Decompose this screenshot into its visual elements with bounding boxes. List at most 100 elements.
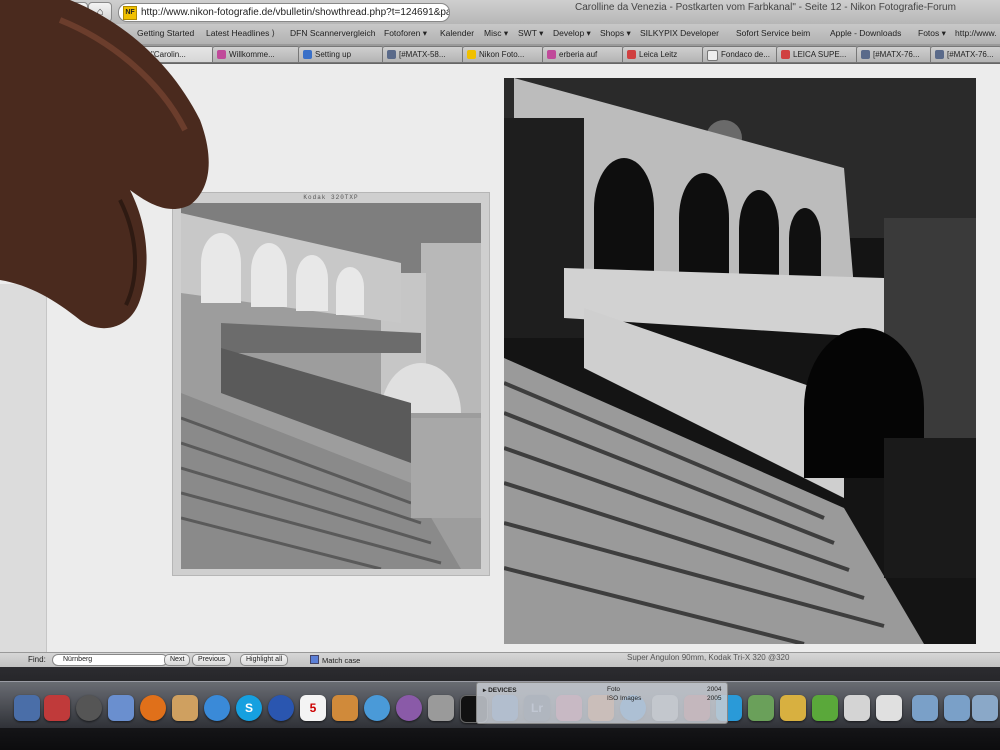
site-favicon-icon	[627, 50, 636, 59]
find-bar: Find: Nürnberg Next Previous Highlight a…	[0, 652, 1000, 667]
network-globe-icon[interactable]	[268, 695, 294, 721]
bookmark-item[interactable]: DFN Scannervergleich	[290, 28, 376, 38]
tab-matx-58[interactable]: [#MATX-58...	[382, 46, 464, 63]
site-favicon-icon: NF	[123, 6, 137, 20]
bookmark-item[interactable]: ba	[108, 28, 117, 38]
safari-icon[interactable]	[204, 695, 230, 721]
folder-icon[interactable]	[944, 695, 970, 721]
find-input[interactable]: Nürnberg	[52, 654, 168, 666]
bookmark-folder[interactable]: SWT ▾	[518, 28, 543, 39]
firefox-icon[interactable]	[140, 695, 166, 721]
bookmark-folder[interactable]: Misc ▾	[484, 28, 508, 39]
tab-label: Nikon Foto...	[479, 50, 525, 59]
back-arrow-icon: ◀	[47, 6, 57, 18]
tab-label: LEICA SUPE...	[793, 50, 847, 59]
tab-erberia[interactable]: erberia auf	[542, 46, 624, 63]
highlight-all-button[interactable]: Highlight all	[240, 654, 289, 666]
mail-icon[interactable]	[172, 695, 198, 721]
match-case-checkbox[interactable]: Match case	[310, 655, 360, 665]
address-book-icon[interactable]	[332, 695, 358, 721]
tab-label: Leica Leitz	[639, 50, 678, 59]
itunes-icon[interactable]	[364, 695, 390, 721]
find-previous-button[interactable]: Previous	[192, 654, 232, 666]
bookmark-item[interactable]: Kalender	[440, 28, 474, 38]
tab-setting-up[interactable]: Setting up	[298, 46, 384, 63]
device-item[interactable]: ISO Images	[607, 695, 641, 702]
find-next-button[interactable]: Next	[164, 654, 191, 666]
address-url: http://www.nikon-fotografie.de/vbulletin…	[141, 7, 450, 18]
home-button[interactable]: ⌂	[88, 2, 112, 22]
address-bar[interactable]: NF http://www.nikon-fotografie.de/vbullet…	[118, 3, 450, 22]
rialto-bridge-photo	[504, 78, 976, 644]
bookmark-item[interactable]: Sofort Service beim	[736, 28, 810, 38]
bookmark-item[interactable]: SILKYPIX Developer	[640, 28, 719, 38]
home-icon: ⌂	[96, 6, 104, 18]
app-icon[interactable]	[748, 695, 774, 721]
tab-leica-leitz[interactable]: Leica Leitz	[622, 46, 704, 63]
tab-label: Fondaco de...	[721, 50, 770, 59]
tab-label: Willkomme...	[229, 50, 275, 59]
jira-favicon-icon	[935, 50, 944, 59]
photo-browser-icon[interactable]	[428, 695, 454, 721]
site-favicon-icon	[547, 50, 556, 59]
app-icon[interactable]	[844, 695, 870, 721]
app-icon[interactable]	[812, 695, 838, 721]
tab-leica-super[interactable]: LEICA SUPE...	[776, 46, 858, 63]
bookmark-folder[interactable]: Fotoforen ▾	[384, 28, 427, 39]
bookmark-folder[interactable]: Fotos ▾	[918, 28, 946, 39]
tab-label: Setting up	[315, 50, 352, 59]
device-item[interactable]: 2005	[707, 695, 721, 702]
bookmark-item[interactable]: Getting Started	[137, 28, 194, 38]
dashboard-icon[interactable]	[76, 695, 102, 721]
back-button[interactable]: ◀	[40, 2, 64, 22]
tab-fondaco[interactable]: Fondaco de...	[702, 46, 778, 63]
checkbox-checked-icon	[310, 655, 319, 664]
tab-matx-76-b[interactable]: [#MATX-76...	[930, 46, 1000, 63]
tab-label: "Carolin...	[151, 50, 186, 59]
tab-label: [#MATX-58...	[399, 50, 446, 59]
site-favicon-icon	[303, 50, 312, 59]
app-icon[interactable]	[780, 695, 806, 721]
calendar-icon[interactable]: 5	[300, 695, 326, 721]
iphoto-icon[interactable]	[396, 695, 422, 721]
forward-button[interactable]: ▶	[64, 2, 88, 22]
finder-icon[interactable]	[14, 695, 40, 721]
bookmark-folder[interactable]: Develop ▾	[553, 28, 591, 39]
preview-icon[interactable]	[108, 695, 134, 721]
bookmark-item[interactable]: Latest Headlines ⟩	[206, 28, 275, 39]
jira-favicon-icon	[387, 50, 396, 59]
devices-stack-popup: ▸ DEVICES Foto ISO Images 2004 2005	[476, 682, 728, 724]
tab-label: erberia auf	[559, 50, 598, 59]
window-title: Carolline da Venezia - Postkarten vom Fa…	[575, 2, 956, 13]
tab-nikon-foto[interactable]: Nikon Foto...	[462, 46, 544, 63]
bookmarks-bar: ba Getting Started Latest Headlines ⟩ DF…	[0, 24, 1000, 45]
folder-icon[interactable]	[912, 695, 938, 721]
system-monitor-icon[interactable]	[44, 695, 70, 721]
tab-carolline[interactable]: "Carolin...	[134, 46, 214, 63]
bookmark-item[interactable]: http://www.	[955, 28, 997, 38]
site-favicon-icon	[781, 50, 790, 59]
tab-willkommen[interactable]: Willkomme...	[212, 46, 300, 63]
jira-favicon-icon	[861, 50, 870, 59]
trash-icon[interactable]	[972, 695, 998, 721]
device-item[interactable]: Foto	[607, 686, 620, 693]
browser-title-bar: ◀ ▶ ⌂ NF http://www.nikon-fotografie.de/v…	[0, 0, 1000, 24]
match-case-label: Match case	[322, 656, 361, 665]
page-sidebar-strip	[0, 284, 47, 704]
negative-scan-frame: Kodak 320TXP	[172, 192, 490, 576]
skype-icon[interactable]: S	[236, 695, 262, 721]
device-item[interactable]: 2004	[707, 686, 721, 693]
wikipedia-favicon-icon	[707, 50, 718, 61]
find-label: Find:	[28, 655, 46, 664]
tab-bar: "Carolin... Willkomme... Setting up [#MA…	[0, 44, 1000, 64]
tab-label: [#MATX-76...	[873, 50, 920, 59]
film-edge-label: Kodak 320TXP	[303, 194, 359, 201]
tab-label: [#MATX-76...	[947, 50, 994, 59]
forward-arrow-icon: ▶	[71, 6, 81, 18]
bookmark-folder[interactable]: Shops ▾	[600, 28, 631, 39]
devices-header: ▸ DEVICES	[483, 687, 517, 694]
page-content: Kodak 320TXP	[0, 64, 1000, 704]
app-icon[interactable]	[876, 695, 902, 721]
bookmark-item[interactable]: Apple - Downloads	[830, 28, 901, 38]
tab-matx-76-a[interactable]: [#MATX-76...	[856, 46, 932, 63]
